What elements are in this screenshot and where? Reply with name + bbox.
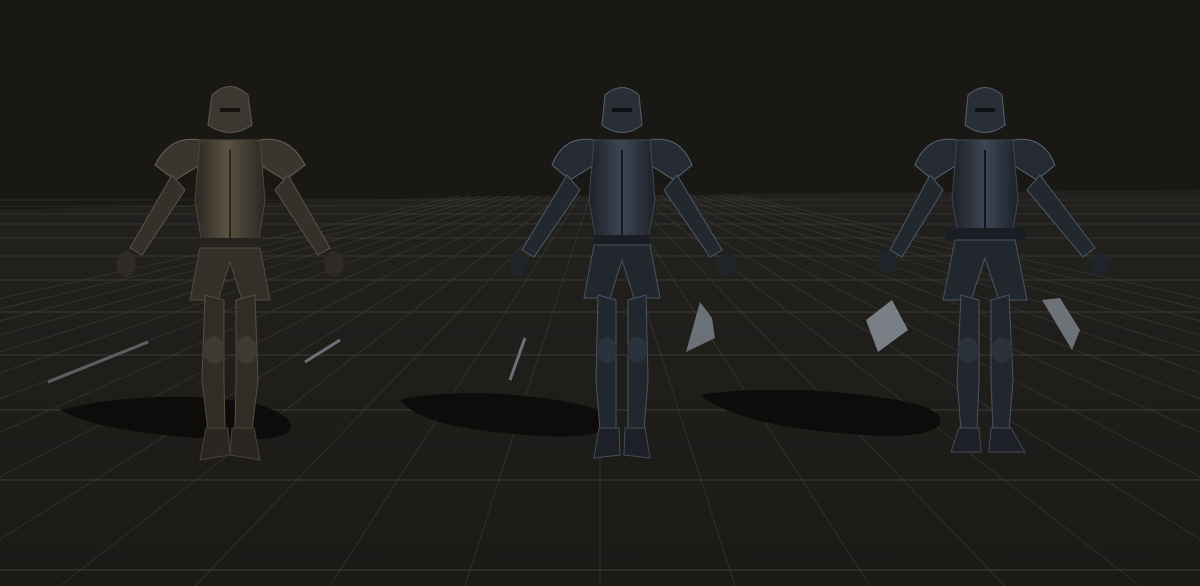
scene-canvas: [0, 0, 1200, 586]
game-viewport[interactable]: [0, 0, 1200, 586]
